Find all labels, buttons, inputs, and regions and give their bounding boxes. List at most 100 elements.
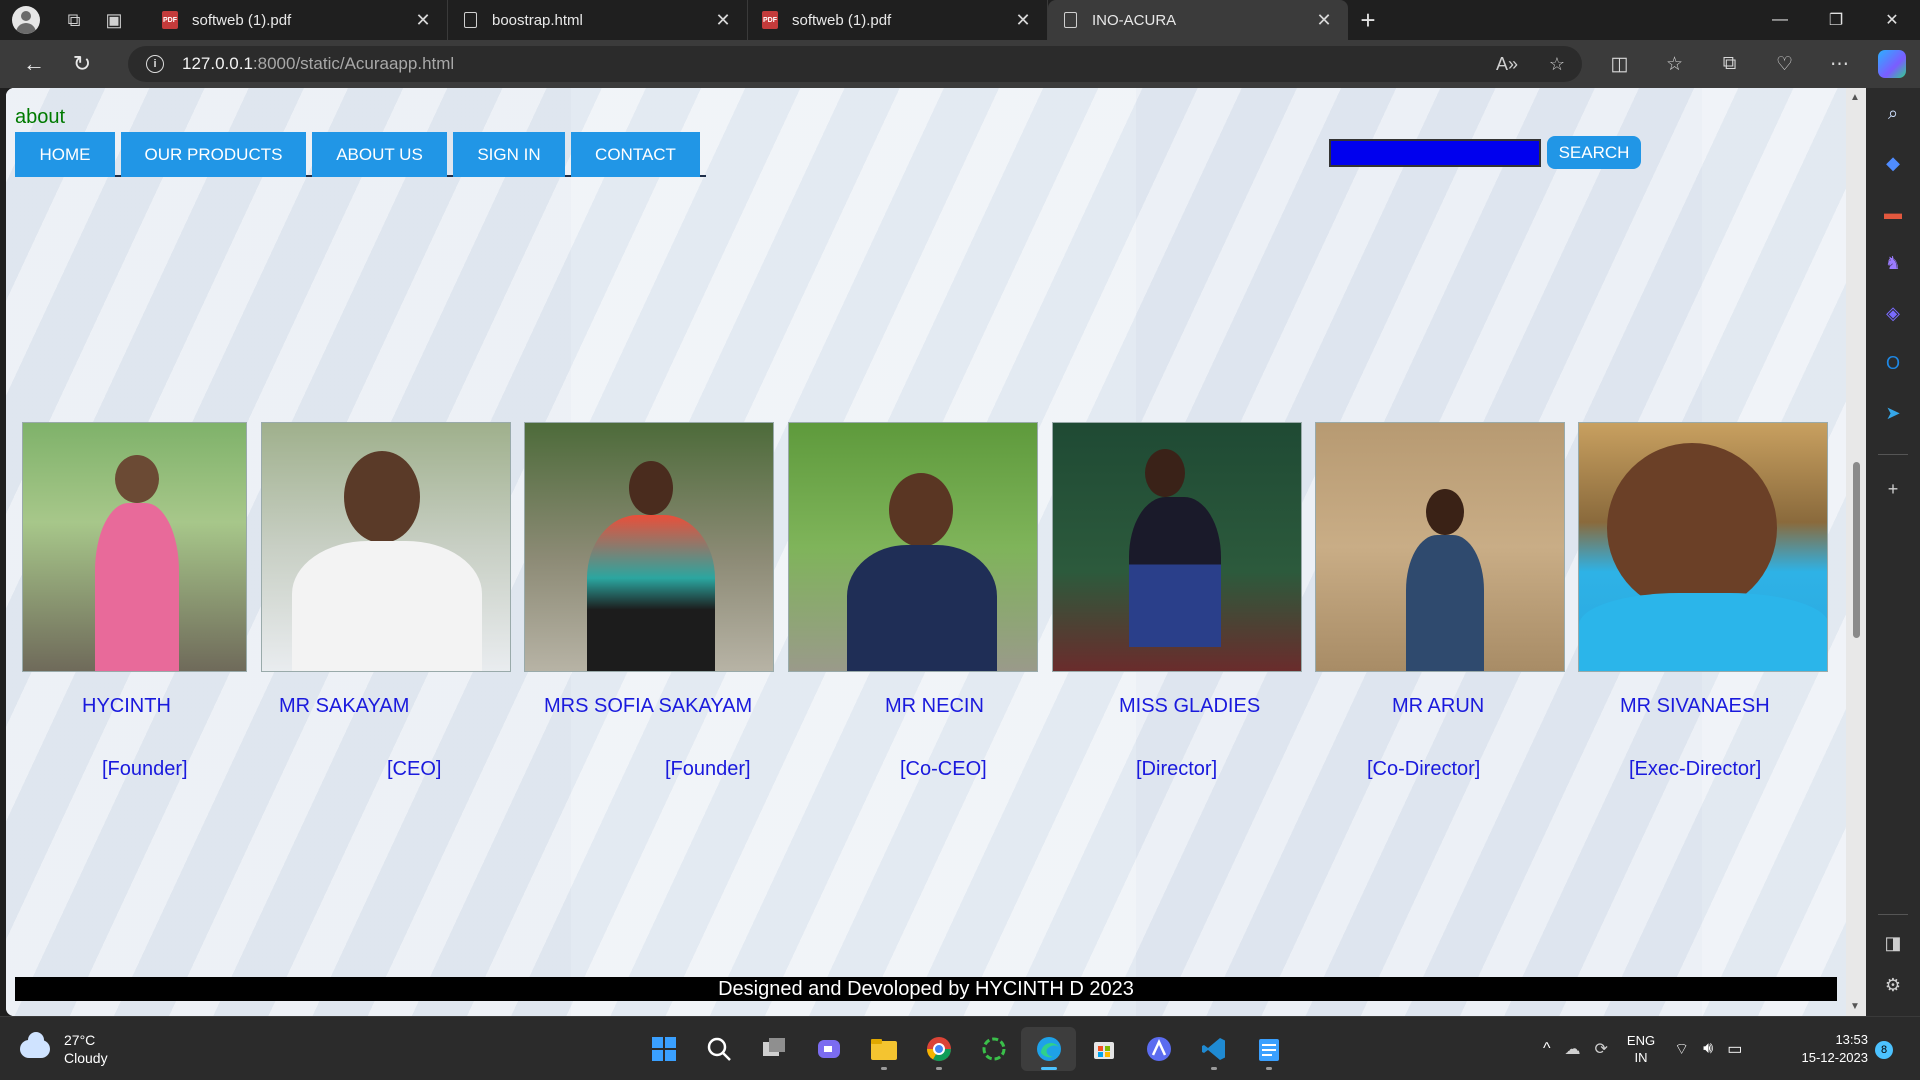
onedrive-icon[interactable]: ☁ bbox=[1565, 1039, 1581, 1059]
workspaces-icon[interactable]: ⧉ bbox=[54, 0, 94, 40]
member-role: [CEO] bbox=[387, 758, 442, 780]
add-icon[interactable]: + bbox=[1866, 472, 1920, 506]
tab-label: boostrap.html bbox=[492, 11, 583, 29]
member-photo bbox=[261, 422, 511, 672]
close-icon[interactable]: ✕ bbox=[713, 10, 733, 31]
file-explorer-icon[interactable] bbox=[856, 1027, 911, 1071]
shopping-tag-icon[interactable]: ◆ bbox=[1866, 146, 1920, 180]
search-icon[interactable]: ⌕ bbox=[1866, 96, 1920, 130]
profile-icon[interactable] bbox=[12, 6, 40, 34]
tab-boostrap-html[interactable]: boostrap.html ✕ bbox=[448, 0, 748, 40]
url-host: 127.0.0.1 bbox=[182, 54, 253, 73]
wifi-icon[interactable]: ⌔ bbox=[1674, 1039, 1689, 1059]
lang-top: ENG bbox=[1626, 1033, 1656, 1048]
copilot-sidebar-icon[interactable]: ◈ bbox=[1866, 296, 1920, 330]
ms-store-icon[interactable] bbox=[1076, 1027, 1131, 1071]
tools-icon[interactable]: ▬ bbox=[1866, 196, 1920, 230]
read-aloud-icon[interactable]: A» bbox=[1482, 54, 1532, 75]
scroll-down-icon[interactable]: ▼ bbox=[1850, 1001, 1860, 1012]
battery-icon[interactable]: ▭ bbox=[1727, 1039, 1742, 1059]
games-icon[interactable]: ♞ bbox=[1866, 246, 1920, 280]
document-icon bbox=[462, 11, 478, 29]
weather-widget[interactable]: 27°C Cloudy bbox=[20, 1031, 108, 1067]
vscode-icon[interactable] bbox=[1186, 1027, 1241, 1071]
task-view-icon[interactable] bbox=[746, 1027, 801, 1071]
member-name: MR ARUN bbox=[1392, 695, 1485, 717]
language-indicator[interactable]: ENG IN bbox=[1627, 1032, 1655, 1066]
close-icon[interactable]: ✕ bbox=[1013, 10, 1033, 31]
split-screen-icon[interactable]: ◫ bbox=[1592, 53, 1647, 76]
favorite-star-icon[interactable]: ☆ bbox=[1532, 54, 1582, 75]
browser-toolbar: ← ↻ i 127.0.0.1:8000/static/Acuraapp.htm… bbox=[0, 40, 1920, 88]
search-taskbar-icon[interactable] bbox=[691, 1027, 746, 1071]
teams-chat-icon[interactable] bbox=[801, 1027, 856, 1071]
taskbar-clock[interactable]: 13:53 15-12-2023 bbox=[1790, 1031, 1869, 1067]
page-viewport: about HOME OUR PRODUCTS ABOUT US SIGN IN… bbox=[6, 88, 1866, 1016]
drop-icon[interactable]: ➤ bbox=[1866, 396, 1920, 430]
minimize-icon[interactable]: — bbox=[1752, 0, 1808, 40]
scroll-up-icon[interactable]: ▲ bbox=[1850, 92, 1860, 103]
tab-actions-icon[interactable]: ▣ bbox=[94, 0, 134, 40]
restore-icon[interactable]: ❐ bbox=[1808, 0, 1864, 40]
hide-sidebar-icon[interactable]: ◨ bbox=[1866, 926, 1920, 960]
notepad-icon[interactable] bbox=[1241, 1027, 1296, 1071]
copilot-icon[interactable] bbox=[1878, 50, 1906, 78]
member-name: MR SAKAYAM bbox=[279, 695, 410, 717]
outlook-icon[interactable]: O bbox=[1866, 346, 1920, 380]
chevron-up-icon[interactable]: ^ bbox=[1543, 1040, 1551, 1058]
pdf-icon: PDF bbox=[762, 11, 778, 29]
tab-ino-acura[interactable]: INO-ACURA ✕ bbox=[1048, 0, 1348, 40]
cloud-icon bbox=[20, 1032, 50, 1058]
edge-icon[interactable] bbox=[1021, 1027, 1076, 1071]
new-tab-button[interactable]: + bbox=[1348, 0, 1388, 40]
url-path: :8000/static/Acuraapp.html bbox=[252, 54, 455, 73]
volume-icon[interactable]: 🔊︎ bbox=[1703, 1040, 1713, 1058]
collections-icon[interactable]: ⧉ bbox=[1702, 53, 1757, 75]
menu-signin-button[interactable]: SIGN IN bbox=[453, 132, 571, 177]
vpn-app-icon[interactable] bbox=[1131, 1027, 1186, 1071]
menu-home-button[interactable]: HOME bbox=[15, 132, 121, 177]
chrome-icon[interactable] bbox=[911, 1027, 966, 1071]
browser-tab-strip: ⧉ ▣ PDF softweb (1).pdf ✕ boostrap.html … bbox=[0, 0, 1920, 40]
time: 13:53 bbox=[1835, 1032, 1868, 1047]
member-role: [Co-CEO] bbox=[900, 758, 987, 780]
back-icon[interactable]: ← bbox=[10, 44, 58, 84]
address-bar[interactable]: i 127.0.0.1:8000/static/Acuraapp.html A»… bbox=[128, 46, 1582, 82]
member-photo bbox=[524, 422, 774, 672]
close-window-icon[interactable]: ✕ bbox=[1864, 0, 1920, 40]
close-icon[interactable]: ✕ bbox=[1314, 10, 1334, 31]
loading-app-icon[interactable] bbox=[966, 1027, 1021, 1071]
member-name: MRS SOFIA SAKAYAM bbox=[544, 695, 753, 717]
lang-bottom: IN bbox=[1634, 1050, 1648, 1065]
search-input[interactable] bbox=[1329, 139, 1541, 167]
date: 15-12-2023 bbox=[1801, 1050, 1869, 1065]
scroll-thumb[interactable] bbox=[1853, 462, 1860, 638]
about-link[interactable]: about bbox=[15, 106, 65, 129]
browser-essentials-icon[interactable]: ♡ bbox=[1757, 53, 1812, 76]
menu-products-button[interactable]: OUR PRODUCTS bbox=[121, 132, 312, 177]
member-photo bbox=[1315, 422, 1565, 672]
member-name: HYCINTH bbox=[82, 695, 171, 717]
windows-taskbar: 27°C Cloudy ^ ☁ ⟳ ENG IN ⌔ 🔊︎ ▭ 13:53 15… bbox=[0, 1016, 1920, 1080]
tab-softweb-pdf-1[interactable]: PDF softweb (1).pdf ✕ bbox=[148, 0, 448, 40]
menu-contact-button[interactable]: CONTACT bbox=[571, 132, 706, 177]
member-photo bbox=[1052, 422, 1302, 672]
more-options-icon[interactable]: ⋯ bbox=[1812, 53, 1867, 76]
menu-about-button[interactable]: ABOUT US bbox=[312, 132, 453, 177]
settings-gear-icon[interactable]: ⚙ bbox=[1866, 968, 1920, 1002]
favorites-icon[interactable]: ☆ bbox=[1647, 53, 1702, 76]
window-controls: — ❐ ✕ bbox=[1752, 0, 1920, 40]
tab-softweb-pdf-2[interactable]: PDF softweb (1).pdf ✕ bbox=[748, 0, 1048, 40]
page-scrollbar[interactable]: ▲ ▼ bbox=[1846, 88, 1866, 1016]
member-role: [Founder] bbox=[102, 758, 188, 780]
start-icon[interactable] bbox=[636, 1027, 691, 1071]
member-role: [Director] bbox=[1136, 758, 1218, 780]
weather-desc: Cloudy bbox=[64, 1050, 108, 1066]
notification-badge[interactable]: 8 bbox=[1875, 1041, 1893, 1059]
sync-icon[interactable]: ⟳ bbox=[1595, 1039, 1608, 1059]
search-button[interactable]: SEARCH bbox=[1547, 136, 1641, 169]
close-icon[interactable]: ✕ bbox=[413, 10, 433, 31]
page-body: about HOME OUR PRODUCTS ABOUT US SIGN IN… bbox=[6, 88, 1846, 1016]
info-icon[interactable]: i bbox=[146, 55, 164, 73]
refresh-icon[interactable]: ↻ bbox=[58, 44, 106, 84]
